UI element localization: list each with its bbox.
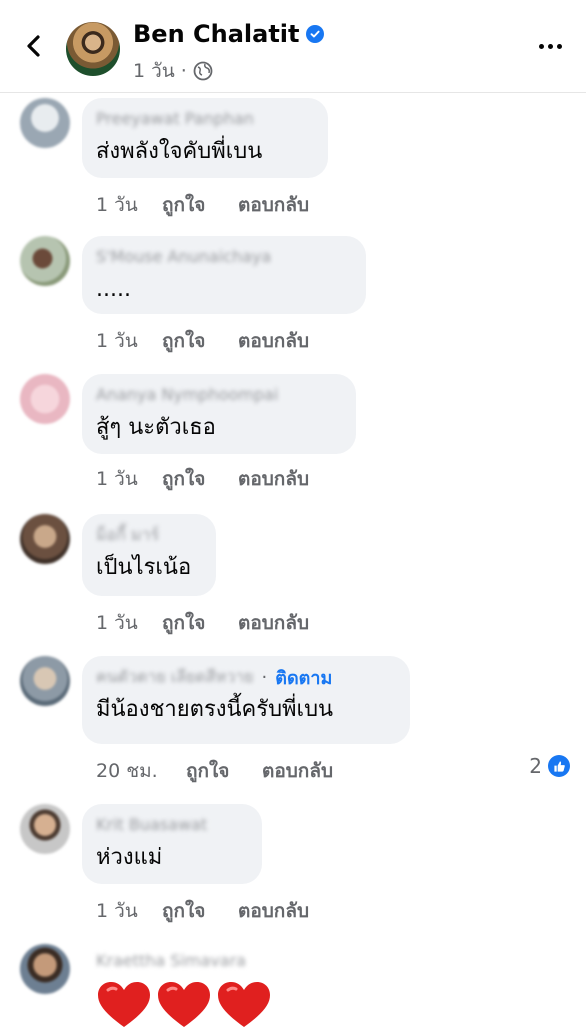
reply-button[interactable]: ตอบกลับ [238,326,309,356]
comment-time[interactable]: 1 วัน [96,326,162,356]
chevron-left-icon [27,35,40,57]
comment-text: มีน้องชายตรงนี้ครับพี่เบน [96,697,334,722]
back-button[interactable] [18,30,50,62]
avatar[interactable] [20,656,70,706]
avatar[interactable] [20,514,70,564]
globe-icon [193,61,213,81]
post-time[interactable]: 1 วัน [133,56,175,86]
meta-separator: · [180,60,187,82]
reply-button[interactable]: ตอบกลับ [238,896,309,926]
comment-time[interactable]: 1 วัน [96,896,162,926]
comment-time[interactable]: 1 วัน [96,608,162,638]
like-button[interactable]: ถูกใจ [162,326,238,356]
comment-time[interactable]: 1 วัน [96,190,162,220]
avatar[interactable] [20,374,70,424]
like-button[interactable]: ถูกใจ [162,608,238,638]
comment-author[interactable]: Ananya Nymphoompai [96,384,340,406]
comment-bubble: Preeyawat Panphan ส่งพลังใจคับพี่เบน [82,98,328,178]
comment-actions: 1 วัน ถูกใจ ตอบกลับ [96,190,309,220]
heart-icon [98,982,150,1027]
like-button[interactable]: ถูกใจ [162,190,238,220]
reply-button[interactable]: ตอบกลับ [262,756,333,786]
comment-text [96,980,272,1030]
comment-author[interactable]: Preeyawat Panphan [96,108,312,130]
dot-icon [538,43,544,49]
follow-separator: · [261,666,268,688]
avatar[interactable] [20,236,70,286]
comment-actions: 20 ชม. ถูกใจ ตอบกลับ [96,756,333,786]
comment-author[interactable]: ม็อกี้ มาร์ [96,524,200,546]
comment-author[interactable]: คนตัวตาย เลียดสีหวาย [96,666,254,688]
comment-actions: 1 วัน ถูกใจ ตอบกลับ [96,608,309,638]
avatar[interactable] [20,944,70,994]
comment-bubble: Krit Buasawat ห่วงแม่ [82,804,262,884]
comment-bubble: Ananya Nymphoompai สู้ๆ นะตัวเธอ [82,374,356,454]
comment-actions: 1 วัน ถูกใจ ตอบกลับ [96,326,309,356]
comment-bubble: S'Mouse Anunaichaya ..... [82,236,366,314]
reaction-count-value: 2 [529,754,542,778]
dot-icon [556,43,562,49]
avatar[interactable] [20,98,70,148]
comment-author[interactable]: Krit Buasawat [96,814,246,836]
comment-text: เป็นไรเน้อ [96,555,192,580]
reply-button[interactable]: ตอบกลับ [238,608,309,638]
follow-button[interactable]: ติดตาม [275,663,332,692]
comment-time[interactable]: 20 ชม. [96,756,186,786]
comment-author[interactable]: Kraettha Simavara [96,950,246,972]
reply-button[interactable]: ตอบกลับ [238,190,309,220]
comment-actions: 1 วัน ถูกใจ ตอบกลับ [96,896,309,926]
like-button[interactable]: ถูกใจ [162,896,238,926]
post-meta: 1 วัน · [133,56,213,86]
page-name[interactable]: Ben Chalatit [133,20,300,48]
comment-author-row: คนตัวตาย เลียดสีหวาย · ติดตาม [96,666,394,689]
reaction-count[interactable]: 2 [529,754,570,778]
comment-bubble: คนตัวตาย เลียดสีหวาย · ติดตาม มีน้องชายต… [82,656,410,744]
comment-time[interactable]: 1 วัน [96,464,162,494]
avatar[interactable] [20,804,70,854]
more-options-button[interactable] [532,30,568,62]
comment-text: สู้ๆ นะตัวเธอ [96,415,216,440]
thumbs-up-icon [548,755,570,777]
dot-icon [547,43,553,49]
post-header: Ben Chalatit 1 วัน · [0,0,586,93]
heart-icon [158,982,210,1027]
verified-badge-icon [305,25,324,43]
heart-icon [218,982,270,1027]
page-name-row[interactable]: Ben Chalatit [133,20,324,48]
comment-text: ..... [96,277,131,302]
like-button[interactable]: ถูกใจ [162,464,238,494]
comment-actions: 1 วัน ถูกใจ ตอบกลับ [96,464,309,494]
like-button[interactable]: ถูกใจ [186,756,262,786]
page-avatar[interactable] [66,22,120,76]
comment-bubble: ม็อกี้ มาร์ เป็นไรเน้อ [82,514,216,596]
comment-text: ส่งพลังใจคับพี่เบน [96,139,263,164]
comment-text: ห่วงแม่ [96,845,163,870]
reply-button[interactable]: ตอบกลับ [238,464,309,494]
comment-author[interactable]: S'Mouse Anunaichaya [96,246,350,268]
